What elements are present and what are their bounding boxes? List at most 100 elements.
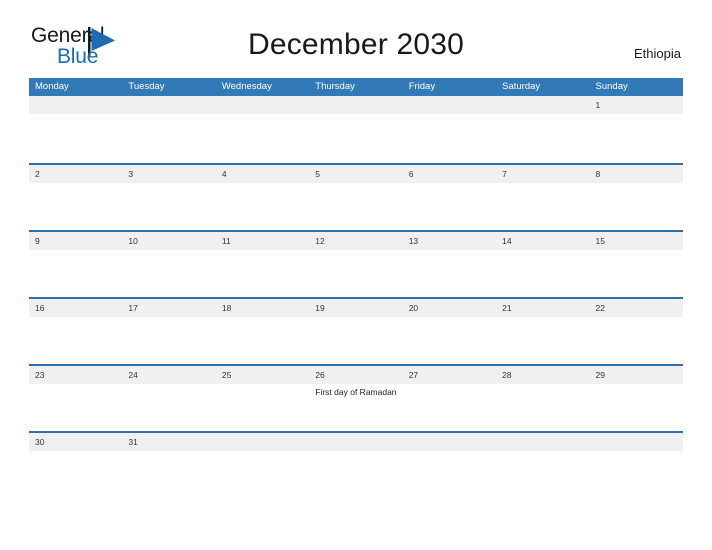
calendar-day-number: 4 <box>215 165 310 183</box>
calendar-day-cell[interactable]: 17 <box>122 299 216 364</box>
calendar-day-cell[interactable]: 29 <box>589 366 683 431</box>
calendar-day-cell[interactable]: 1 <box>589 96 683 163</box>
weekday-header-friday: Friday <box>408 81 436 92</box>
weekday-header-tuesday: Tuesday <box>128 81 165 92</box>
calendar-day-cell[interactable]: 27 <box>402 366 497 431</box>
weekday-header-sunday: Sunday <box>595 81 628 92</box>
calendar-day-number <box>122 96 216 114</box>
calendar-day-number: 17 <box>122 299 216 317</box>
calendar-day-cell[interactable]: 24 <box>122 366 216 431</box>
calendar-day-number: 22 <box>589 299 683 317</box>
calendar-day-number <box>215 433 310 451</box>
calendar-day-cell[interactable]: 19 <box>309 299 403 364</box>
calendar-day-number: 18 <box>215 299 310 317</box>
calendar-day-number: 2 <box>29 165 123 183</box>
calendar-day-number: 30 <box>29 433 123 451</box>
calendar-day-number: 1 <box>589 96 683 114</box>
calendar-day-number: 8 <box>589 165 683 183</box>
calendar-day-number: 7 <box>496 165 590 183</box>
calendar-day-cell[interactable]: 30 <box>29 433 123 459</box>
calendar-day-number: 16 <box>29 299 123 317</box>
calendar-day-cell[interactable]: 31 <box>122 433 216 459</box>
calendar-day-cell-empty <box>29 96 123 163</box>
calendar-day-number <box>402 433 497 451</box>
calendar-week-row: 30 31 <box>29 431 683 459</box>
calendar-week-row: 2345678 <box>29 163 683 230</box>
calendar-day-cell-empty <box>402 96 497 163</box>
calendar-day-number <box>589 433 683 451</box>
calendar-day-number: 27 <box>402 366 497 384</box>
calendar-day-number: 12 <box>309 232 403 250</box>
calendar-day-number: 28 <box>496 366 590 384</box>
calendar-day-cell[interactable]: 15 <box>589 232 683 297</box>
calendar-day-number <box>496 96 590 114</box>
calendar-day-cell-empty <box>309 433 403 459</box>
calendar-day-number: 6 <box>402 165 497 183</box>
calendar-day-number: 11 <box>215 232 310 250</box>
weekday-header-row: Monday Tuesday Wednesday Thursday Friday… <box>29 78 683 96</box>
calendar-day-cell[interactable]: 9 <box>29 232 123 297</box>
calendar-day-number: 13 <box>402 232 497 250</box>
calendar-day-cell[interactable]: 12 <box>309 232 403 297</box>
weekday-header-thursday: Thursday <box>315 81 355 92</box>
calendar-day-cell-empty <box>496 96 590 163</box>
calendar-day-number: 24 <box>122 366 216 384</box>
calendar-day-number: 14 <box>496 232 590 250</box>
calendar-day-number: 15 <box>589 232 683 250</box>
calendar-day-number <box>215 96 310 114</box>
weekday-header-wednesday: Wednesday <box>221 81 272 92</box>
calendar-day-number <box>309 96 403 114</box>
calendar-day-cell[interactable]: 13 <box>402 232 497 297</box>
calendar-day-cell[interactable]: 22 <box>589 299 683 364</box>
calendar-day-cell[interactable]: 20 <box>402 299 497 364</box>
calendar-day-cell[interactable]: 10 <box>122 232 216 297</box>
calendar-day-cell[interactable]: 8 <box>589 165 683 230</box>
calendar-day-cell-empty <box>215 96 310 163</box>
calendar-day-cell[interactable]: 25 <box>215 366 310 431</box>
calendar-day-number: 20 <box>402 299 497 317</box>
calendar-day-cell-empty <box>402 433 497 459</box>
calendar-day-cell[interactable]: 26 First day of Ramadan <box>309 366 403 431</box>
calendar-day-cell[interactable]: 5 <box>309 165 403 230</box>
calendar-week-row: 23 24 25 26 First day of Ramadan 27 28 29 <box>29 364 683 431</box>
calendar-day-cell-empty <box>496 433 590 459</box>
calendar-week-row: 16 17 18 19 20 21 22 <box>29 297 683 364</box>
calendar-day-number: 9 <box>29 232 123 250</box>
calendar-day-cell[interactable]: 28 <box>496 366 590 431</box>
calendar-day-events: First day of Ramadan <box>309 384 402 398</box>
calendar-day-cell-empty <box>589 433 683 459</box>
calendar-grid: Monday Tuesday Wednesday Thursday Friday… <box>29 78 683 459</box>
calendar-day-cell-empty <box>122 96 216 163</box>
page-title: December 2030 <box>247 28 465 61</box>
calendar-weeks: 1 2 3 4 5 6 7 8 9 10 11 12 13 14 15 16 17 18 19 20 21 22 23 24 2… <box>29 96 683 459</box>
calendar-day-cell-empty <box>309 96 403 163</box>
calendar-day-cell-empty <box>215 433 310 459</box>
calendar-day-number: 10 <box>122 232 216 250</box>
calendar-day-number: 5 <box>309 165 403 183</box>
calendar-day-cell[interactable]: 6 <box>402 165 497 230</box>
calendar-day-cell[interactable]: 4 <box>215 165 310 230</box>
calendar-day-number <box>309 433 403 451</box>
calendar-week-row: 1 <box>29 96 683 163</box>
calendar-page: General Blue December 2030 Ethiopia Mond… <box>0 0 712 550</box>
calendar-day-number: 19 <box>309 299 403 317</box>
calendar-day-cell[interactable]: 18 <box>215 299 310 364</box>
calendar-day-number <box>496 433 590 451</box>
calendar-day-number: 23 <box>29 366 123 384</box>
calendar-day-cell[interactable]: 23 <box>29 366 123 431</box>
calendar-day-cell[interactable]: 14 <box>496 232 590 297</box>
calendar-day-cell[interactable]: 3 <box>122 165 216 230</box>
weekday-header-saturday: Saturday <box>502 81 541 92</box>
calendar-day-cell[interactable]: 21 <box>496 299 590 364</box>
country-label: Ethiopia <box>634 46 681 61</box>
calendar-day-number: 31 <box>122 433 216 451</box>
calendar-day-cell[interactable]: 2 <box>29 165 123 230</box>
calendar-event: First day of Ramadan <box>315 387 397 397</box>
calendar-day-number: 3 <box>122 165 216 183</box>
calendar-day-number <box>402 96 497 114</box>
calendar-day-cell[interactable]: 16 <box>29 299 123 364</box>
page-header: General Blue December 2030 Ethiopia <box>0 0 712 72</box>
calendar-day-cell[interactable]: 7 <box>496 165 590 230</box>
calendar-day-cell[interactable]: 11 <box>215 232 310 297</box>
calendar-week-row: 9 10 11 12 13 14 15 <box>29 230 683 297</box>
